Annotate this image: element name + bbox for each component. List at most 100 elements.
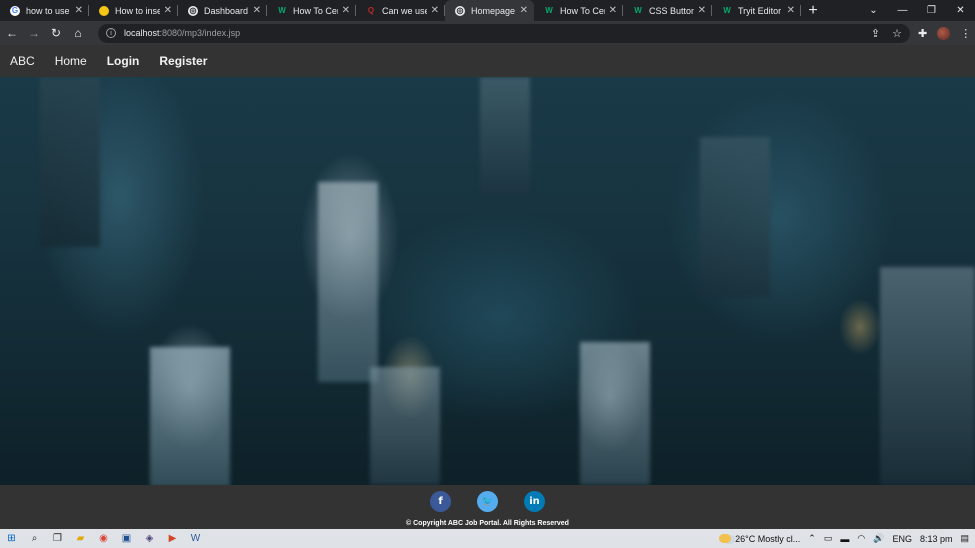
browser-tab-strip: Ghow to use im ✕ How to insert ✕ ◎ Dashboard ✕…	[0, 0, 975, 21]
close-window-button[interactable]: ✕	[946, 0, 975, 21]
volume-icon[interactable]: 🔊	[873, 533, 884, 544]
browser-toolbar: ← → ↻ ⌂ i localhost:8080/mp3/index.jsp ⇪…	[0, 21, 975, 45]
bookmark-star-icon[interactable]: ☆	[892, 27, 902, 40]
browser-tab[interactable]: Q Can we use C ✕	[356, 0, 445, 21]
building-shape	[370, 367, 440, 485]
building-shape	[150, 347, 230, 485]
forward-button[interactable]: →	[24, 23, 44, 43]
browser-tab[interactable]: W CSS Buttons ✕	[623, 0, 712, 21]
building-shape	[40, 77, 100, 247]
site-footer: f 🐦 in © Copyright ABC Job Portal. All R…	[0, 485, 975, 529]
browser-tab[interactable]: W How To Cente ✕	[534, 0, 623, 21]
tab-close-icon[interactable]: ✕	[787, 5, 795, 16]
browser-menu-icon[interactable]: ⋮	[960, 27, 971, 40]
tab-favicon-icon: ◎	[188, 5, 198, 16]
tab-favicon-icon: W	[634, 6, 642, 15]
tab-close-icon[interactable]: ✕	[75, 5, 83, 16]
social-links: f 🐦 in	[430, 491, 545, 512]
chrome-icon[interactable]: ◉	[92, 529, 115, 548]
profile-avatar[interactable]	[937, 26, 951, 40]
windows-start-icon[interactable]: ⊞	[0, 529, 23, 548]
task-view-icon[interactable]: ❐	[46, 529, 69, 548]
tab-title: how to use im	[26, 5, 71, 16]
weather-widget[interactable]: 26°C Mostly cl...	[719, 534, 800, 544]
system-tray: 26°C Mostly cl... ⌃ ▭ ▬ ◠ 🔊 ENG 8:13 pm …	[719, 533, 975, 544]
maximize-button[interactable]: ❐	[917, 0, 946, 21]
battery-icon[interactable]: ▬	[840, 534, 849, 544]
browser-tab[interactable]: ◎ Homepage ✕	[445, 0, 534, 21]
device-icon[interactable]: ▭	[824, 533, 833, 544]
web-page: ABC Home Login Register f 🐦 in © Copyrig…	[0, 45, 975, 529]
tab-favicon-icon: W	[545, 6, 553, 15]
tab-title: Tryit Editor v3	[738, 5, 783, 16]
tab-close-icon[interactable]: ✕	[253, 5, 261, 16]
minimize-button[interactable]: —	[888, 0, 917, 21]
weather-text: 26°C Mostly cl...	[735, 533, 801, 544]
tab-close-icon[interactable]: ✕	[609, 5, 617, 16]
tab-title: How To Cente	[560, 5, 605, 16]
tab-close-icon[interactable]: ✕	[164, 5, 172, 16]
tab-favicon-icon: Q	[367, 6, 375, 15]
partly-cloudy-icon	[719, 534, 732, 543]
language-indicator[interactable]: ENG	[892, 534, 912, 544]
tab-close-icon[interactable]: ✕	[520, 5, 528, 16]
nav-register-link[interactable]: Register	[159, 54, 207, 68]
tab-title: Dashboard	[204, 5, 249, 16]
browser-tab[interactable]: How to insert ✕	[89, 0, 178, 21]
word-icon[interactable]: W	[184, 529, 207, 548]
windows-taskbar: ⊞ ⌕ ❐ ▰ ◉ ▣ ◈ ▶ W 26°C Mostly cl... ⌃ ▭ …	[0, 529, 975, 548]
share-icon[interactable]: ⇪	[871, 27, 880, 40]
site-navbar: ABC Home Login Register	[0, 45, 975, 77]
tab-title: How To Cente	[293, 5, 338, 16]
tab-favicon-icon: ◎	[455, 5, 465, 16]
url-host: localhost	[124, 28, 160, 38]
tab-favicon-icon: W	[278, 6, 286, 15]
reload-button[interactable]: ↻	[46, 23, 66, 43]
hero-city-background-image	[0, 77, 975, 485]
twitter-icon[interactable]: 🐦	[477, 491, 498, 512]
nav-login-link[interactable]: Login	[107, 54, 140, 68]
nav-brand-link[interactable]: ABC	[10, 54, 35, 68]
copyright-text: © Copyright ABC Job Portal. All Rights R…	[406, 520, 569, 527]
back-button[interactable]: ←	[2, 23, 22, 43]
extensions-puzzle-icon[interactable]: ✚	[918, 27, 927, 40]
nav-home-link[interactable]: Home	[55, 54, 87, 68]
chevron-up-icon[interactable]: ⌃	[808, 533, 816, 544]
tab-close-icon[interactable]: ✕	[698, 5, 706, 16]
new-tab-button[interactable]: +	[801, 0, 825, 21]
wifi-icon[interactable]: ◠	[857, 533, 865, 544]
site-info-icon[interactable]: i	[106, 28, 116, 38]
powerpoint-icon[interactable]: ▶	[161, 529, 184, 548]
app-icon[interactable]: ◈	[138, 529, 161, 548]
tab-search-icon[interactable]: ⌄	[859, 0, 888, 21]
tab-favicon-icon	[99, 5, 109, 16]
notifications-icon[interactable]: ▤	[960, 533, 969, 544]
search-icon[interactable]: ⌕	[23, 529, 46, 548]
browser-tab[interactable]: ◎ Dashboard ✕	[178, 0, 267, 21]
building-shape	[318, 182, 378, 382]
tab-close-icon[interactable]: ✕	[431, 5, 439, 16]
clock[interactable]: 8:13 pm	[920, 534, 953, 544]
tab-favicon-icon: G	[10, 5, 20, 16]
browser-tab[interactable]: W How To Cente ✕	[267, 0, 356, 21]
tab-title: Homepage	[471, 5, 516, 16]
browser-tab[interactable]: W Tryit Editor v3 ✕	[712, 0, 801, 21]
tab-title: Can we use C	[382, 5, 427, 16]
tab-title: How to insert	[115, 5, 160, 16]
tab-close-icon[interactable]: ✕	[342, 5, 350, 16]
window-controls: ⌄ — ❐ ✕	[859, 0, 975, 21]
tab-favicon-icon: W	[723, 6, 731, 15]
building-shape	[580, 342, 650, 485]
app-icon[interactable]: ▣	[115, 529, 138, 548]
browser-tab[interactable]: Ghow to use im ✕	[0, 0, 89, 21]
linkedin-icon[interactable]: in	[524, 491, 545, 512]
building-shape	[700, 137, 770, 297]
tab-title: CSS Buttons	[649, 5, 694, 16]
url-path: :8080/mp3/index.jsp	[159, 28, 241, 38]
building-shape	[880, 267, 975, 485]
facebook-icon[interactable]: f	[430, 491, 451, 512]
home-button[interactable]: ⌂	[68, 23, 88, 43]
address-bar[interactable]: i localhost:8080/mp3/index.jsp ⇪ ☆	[98, 23, 910, 43]
file-explorer-icon[interactable]: ▰	[69, 529, 92, 548]
building-shape	[480, 77, 530, 197]
